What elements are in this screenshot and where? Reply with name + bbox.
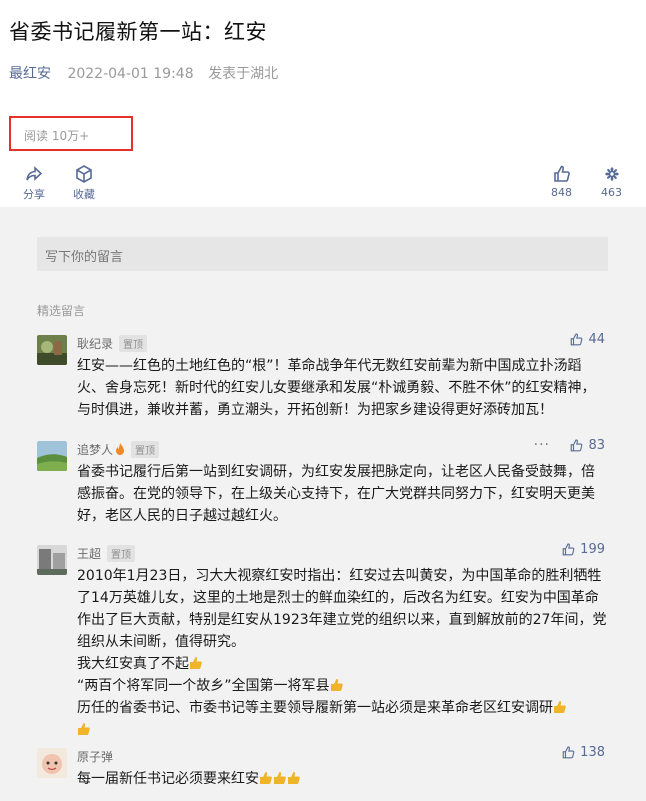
thumbs-up-emoji-icon bbox=[554, 701, 566, 713]
comment-input[interactable]: 写下你的留言 bbox=[37, 237, 608, 271]
share-icon bbox=[26, 166, 43, 181]
thumbs-up-emoji-icon bbox=[330, 679, 343, 691]
comment-like-count: 138 bbox=[580, 745, 605, 760]
thumbs-up-emoji-icon bbox=[78, 723, 90, 735]
read-count: 阅读 10万+ bbox=[9, 116, 133, 151]
comment-text: 2010年1月23日，习大大视察红安时指出：红安过去叫黄安，为中国革命的胜利牺牲… bbox=[77, 565, 607, 741]
thumbs-up-icon bbox=[562, 746, 575, 759]
comment-nickname: 原子弹 bbox=[77, 750, 114, 764]
publish-location: 发表于湖北 bbox=[208, 66, 279, 82]
comment-line: “两百个将军同一个故乡”全国第一将军县 bbox=[77, 678, 330, 694]
thumbs-up-icon bbox=[571, 333, 583, 346]
comment-like-button[interactable]: 83 bbox=[569, 438, 605, 453]
avatar[interactable] bbox=[37, 545, 67, 575]
avatar[interactable] bbox=[37, 441, 67, 471]
favorite-label: 收藏 bbox=[73, 188, 95, 201]
comment-like-count: 199 bbox=[580, 542, 605, 557]
comment-text: 每一届新任书记必须要来红安 bbox=[77, 768, 607, 790]
flower-icon bbox=[604, 167, 619, 181]
comment-nickname: 耿纪录 bbox=[77, 337, 114, 351]
thumbs-up-emoji-icon bbox=[288, 772, 300, 784]
comment-line: 红安——红色的土地红色的“根”！革命战争年代无数红安前辈为新中国成立扑汤蹈火、舍… bbox=[77, 358, 596, 418]
comment-nickname: 王超 bbox=[77, 547, 102, 561]
comment-line: 我大红安真了不起 bbox=[77, 656, 189, 672]
comment-text: 省委书记履行后第一站到红安调研，为红安发展把脉定向，让老区人民备受鼓舞，倍感振奋… bbox=[77, 461, 607, 527]
comment-line: 省委书记履行后第一站到红安调研，为红安发展把脉定向，让老区人民备受鼓舞，倍感振奋… bbox=[77, 464, 595, 524]
wow-button[interactable]: 463 bbox=[601, 164, 622, 199]
favorite-button[interactable]: 收藏 bbox=[73, 164, 95, 202]
thumbs-up-icon bbox=[553, 165, 570, 182]
publish-time: 2022-04-01 19:48 bbox=[67, 66, 194, 82]
pinned-badge: 置顶 bbox=[107, 545, 136, 562]
comment-text: 红安——红色的土地红色的“根”！革命战争年代无数红安前辈为新中国成立扑汤蹈火、舍… bbox=[77, 355, 607, 421]
pinned-badge: 置顶 bbox=[119, 335, 148, 352]
article-title: 省委书记履新第一站：红安 bbox=[9, 20, 267, 44]
wow-count: 463 bbox=[601, 186, 622, 199]
article-header: 省委书记履新第一站：红安 最红安 2022-04-01 19:48 发表于湖北 … bbox=[0, 0, 646, 207]
avatar[interactable] bbox=[37, 748, 67, 778]
share-label: 分享 bbox=[23, 188, 45, 201]
featured-comments-label: 精选留言 bbox=[37, 304, 86, 318]
pinned-badge: 置顶 bbox=[131, 441, 160, 458]
thumbs-up-icon bbox=[562, 543, 575, 556]
comment-like-button[interactable]: 44 bbox=[569, 332, 605, 347]
comment-line: 每一届新任书记必须要来红安 bbox=[77, 771, 259, 787]
comments-section: 写下你的留言 精选留言 耿纪录 置顶 44 红安——红色的土地红色的“根”！革命… bbox=[0, 207, 646, 801]
comment-like-button[interactable]: 138 bbox=[561, 745, 605, 760]
share-button[interactable]: 分享 bbox=[23, 164, 45, 202]
thumbs-up-emoji-icon bbox=[190, 657, 202, 669]
comment-like-count: 83 bbox=[588, 438, 605, 453]
author-link[interactable]: 最红安 bbox=[9, 66, 51, 82]
comment-nickname: 追梦人 bbox=[77, 443, 114, 457]
flame-icon bbox=[116, 443, 125, 455]
comment-line: 历任的省委书记、市委书记等主要领导履新第一站必须是来革命老区红安调研 bbox=[77, 700, 553, 716]
comment-line: 2010年1月23日，习大大视察红安时指出：红安过去叫黄安，为中国革命的胜利牺牲… bbox=[77, 568, 607, 650]
comment-like-button[interactable]: 199 bbox=[561, 542, 605, 557]
comment-like-count: 44 bbox=[588, 332, 605, 347]
article-meta: 最红安 2022-04-01 19:48 发表于湖北 bbox=[9, 63, 278, 83]
cube-icon bbox=[76, 165, 92, 183]
like-count: 848 bbox=[551, 186, 572, 199]
more-options-button[interactable]: ··· bbox=[534, 437, 550, 453]
thumbs-up-emoji-icon bbox=[260, 772, 272, 784]
thumbs-up-emoji-icon bbox=[274, 772, 286, 784]
avatar[interactable] bbox=[37, 335, 67, 365]
like-button[interactable]: 848 bbox=[551, 164, 572, 199]
thumbs-up-icon bbox=[571, 439, 583, 452]
